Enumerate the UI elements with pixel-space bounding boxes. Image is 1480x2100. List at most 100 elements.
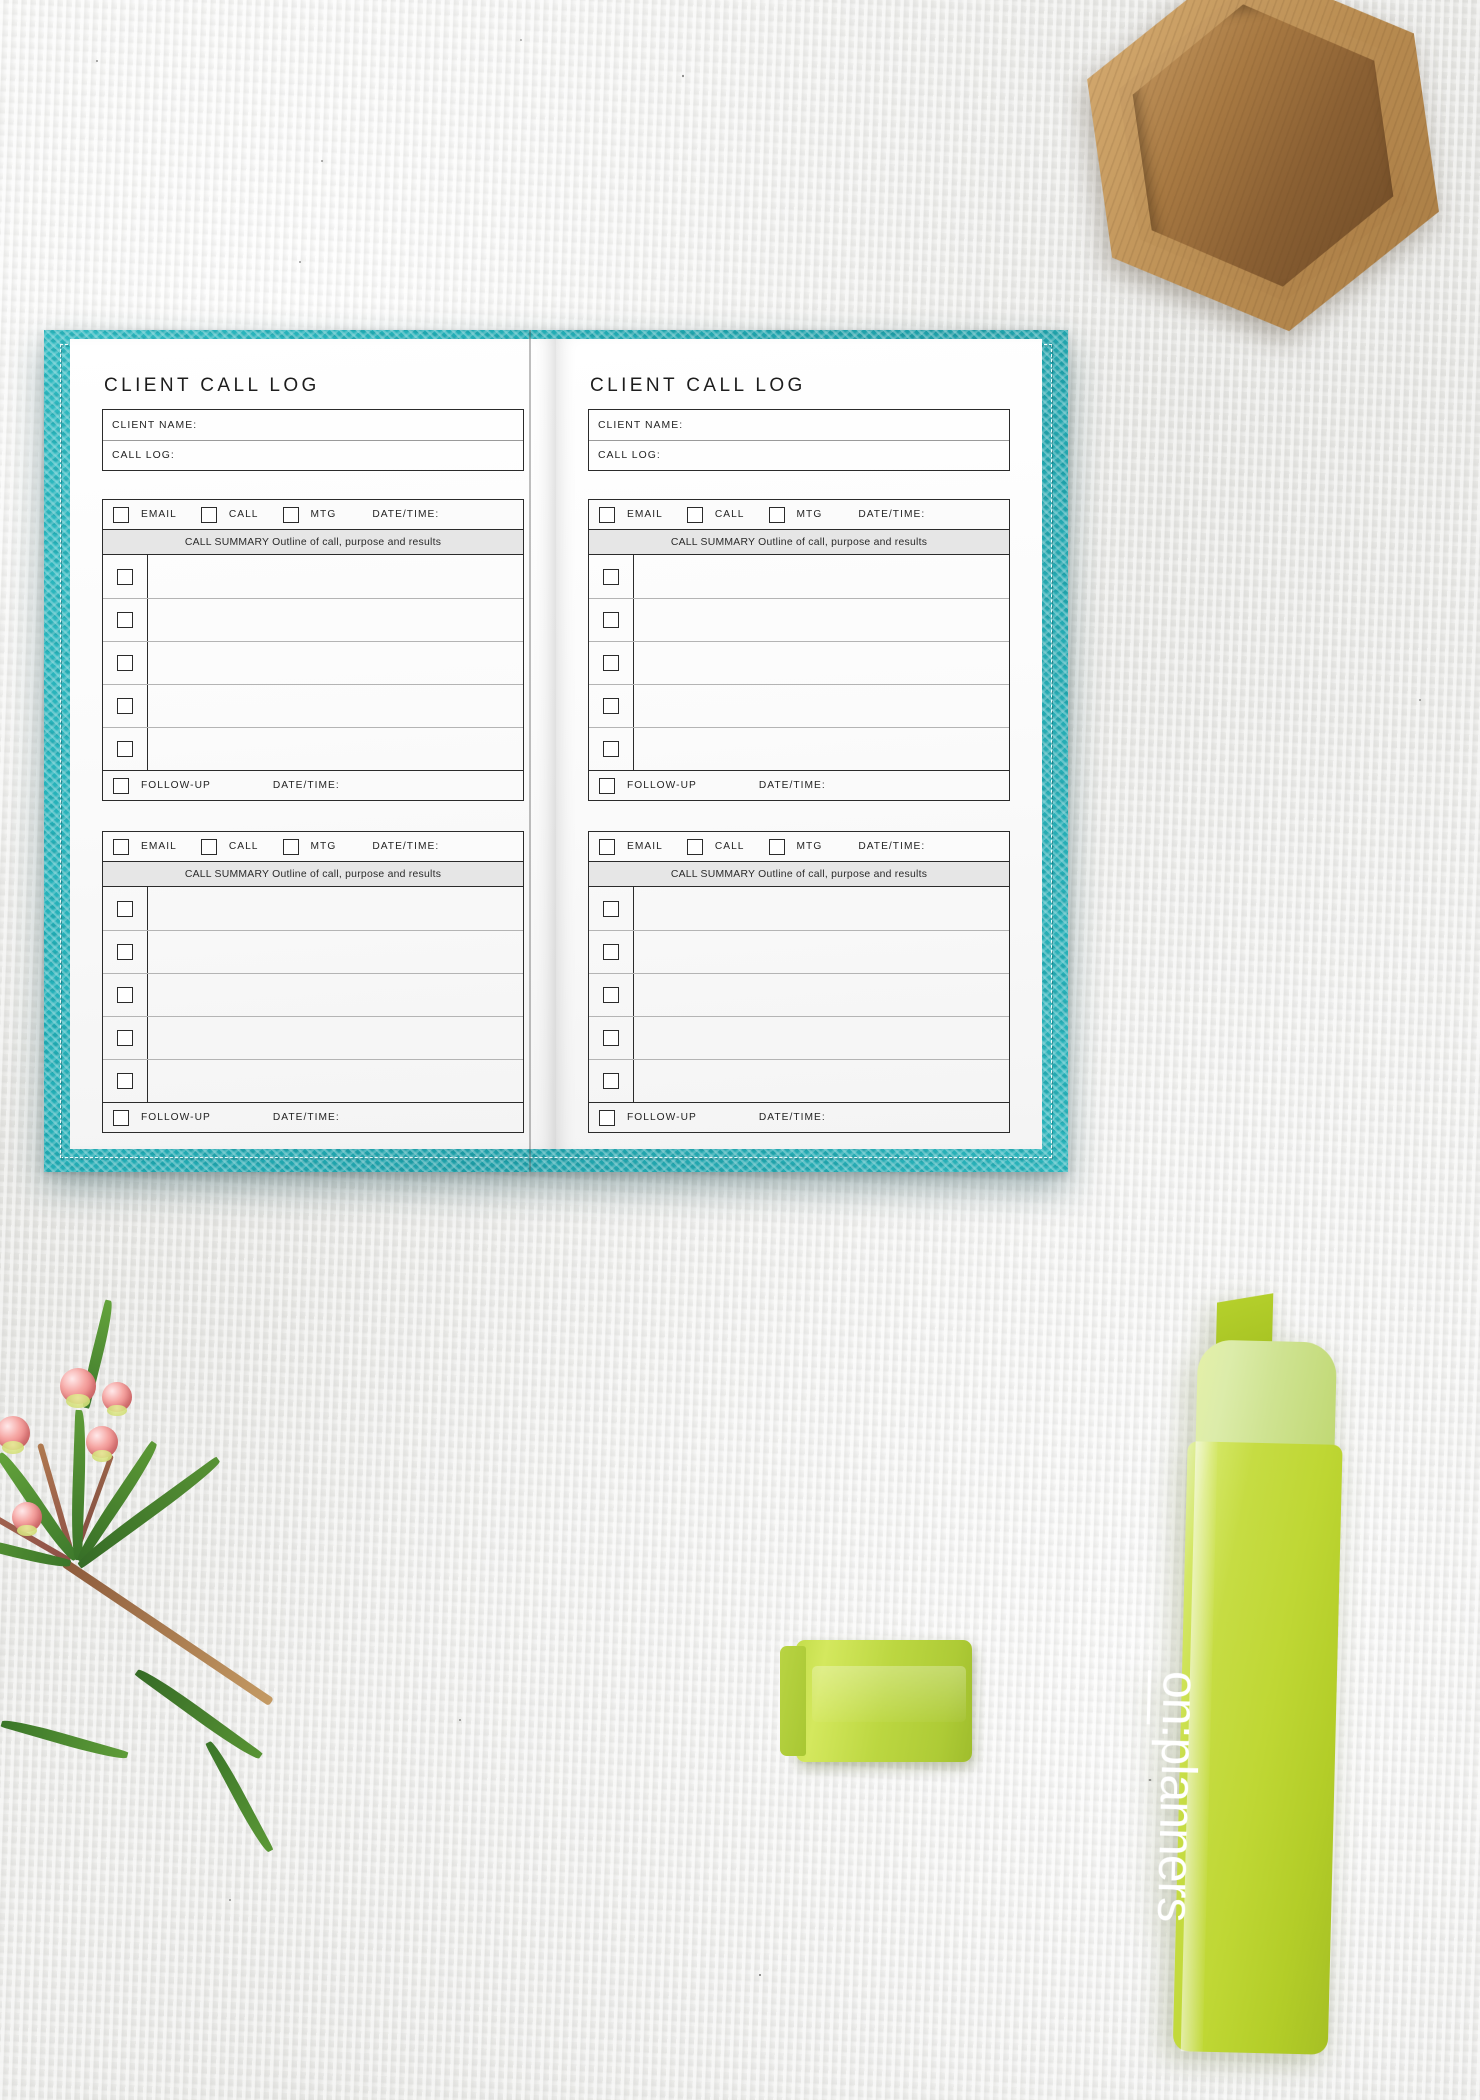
label-mtg: MTG bbox=[796, 509, 823, 520]
checkbox-mtg[interactable] bbox=[768, 838, 785, 855]
entry-write-area[interactable] bbox=[147, 931, 523, 973]
entry-write-area[interactable] bbox=[633, 642, 1009, 684]
call-type-row: EMAIL CALL MTG DATE/TIME: bbox=[103, 832, 523, 861]
entry-write-area[interactable] bbox=[633, 599, 1009, 641]
call-entry-row bbox=[589, 684, 1009, 727]
entry-write-area[interactable] bbox=[147, 974, 523, 1016]
notebook: CLIENT CALL LOG CLIENT NAME: CALL LOG: EMAI… bbox=[44, 330, 1068, 1172]
entry-checkbox[interactable] bbox=[117, 1073, 133, 1089]
checkbox-email[interactable] bbox=[599, 838, 615, 855]
entry-checkbox[interactable] bbox=[117, 1030, 133, 1046]
follow-up-checkbox[interactable] bbox=[599, 1109, 615, 1126]
entry-write-area[interactable] bbox=[147, 685, 523, 727]
call-entry-row bbox=[103, 641, 523, 684]
entry-checkbox-cell bbox=[103, 1060, 147, 1102]
entry-checkbox-cell bbox=[103, 728, 147, 770]
wax-flower-sprig bbox=[0, 1240, 308, 1855]
entry-checkbox-cell bbox=[589, 887, 633, 930]
checkbox-email[interactable] bbox=[113, 506, 129, 523]
call-type-row: EMAIL CALL MTG DATE/TIME: bbox=[103, 500, 523, 529]
checkbox-email[interactable] bbox=[599, 506, 615, 523]
entry-checkbox[interactable] bbox=[603, 900, 619, 917]
entry-write-area[interactable] bbox=[147, 599, 523, 641]
entry-checkbox[interactable] bbox=[117, 900, 133, 917]
entry-checkbox[interactable] bbox=[117, 741, 133, 757]
checkbox-call[interactable] bbox=[200, 506, 217, 523]
call-entry-row bbox=[103, 555, 523, 598]
entry-write-area[interactable] bbox=[147, 887, 523, 930]
notebook-spine bbox=[529, 330, 531, 1172]
header-field-label: CALL LOG: bbox=[112, 450, 175, 461]
entry-checkbox[interactable] bbox=[603, 1073, 619, 1089]
entry-checkbox[interactable] bbox=[603, 698, 619, 714]
entry-write-area[interactable] bbox=[147, 1017, 523, 1059]
flower-leaf-7 bbox=[0, 1716, 129, 1763]
entry-checkbox[interactable] bbox=[603, 944, 619, 960]
entry-checkbox[interactable] bbox=[117, 987, 133, 1003]
label-email: EMAIL bbox=[141, 509, 177, 520]
follow-up-checkbox[interactable] bbox=[599, 777, 615, 794]
header-field-row[interactable]: CLIENT NAME: bbox=[103, 410, 523, 440]
checkbox-call[interactable] bbox=[200, 838, 217, 855]
entry-checkbox-cell bbox=[589, 685, 633, 727]
entry-write-area[interactable] bbox=[633, 685, 1009, 727]
date-time-label: DATE/TIME: bbox=[858, 509, 926, 520]
entry-write-area[interactable] bbox=[147, 728, 523, 770]
entry-write-area[interactable] bbox=[633, 1017, 1009, 1059]
entry-write-area[interactable] bbox=[633, 974, 1009, 1016]
notebook-pages: CLIENT CALL LOG CLIENT NAME: CALL LOG: EMAI… bbox=[70, 339, 1042, 1149]
checkbox-call[interactable] bbox=[686, 838, 703, 855]
entry-checkbox-cell bbox=[103, 685, 147, 727]
entry-checkbox[interactable] bbox=[603, 741, 619, 757]
follow-up-date-label: DATE/TIME: bbox=[758, 780, 826, 791]
logo-on-text: on bbox=[1146, 1670, 1210, 1726]
follow-up-checkbox[interactable] bbox=[113, 777, 129, 794]
entry-write-area[interactable] bbox=[633, 931, 1009, 973]
label-call: CALL bbox=[714, 509, 745, 520]
entry-write-area[interactable] bbox=[633, 555, 1009, 598]
entry-checkbox[interactable] bbox=[603, 987, 619, 1003]
highlighter-cap bbox=[780, 1640, 972, 1762]
call-log-block: EMAIL CALL MTG DATE/TIME: CALL SUMMARY Outli… bbox=[102, 499, 524, 801]
call-entry-row bbox=[589, 1016, 1009, 1059]
client-header-box: CLIENT NAME: CALL LOG: bbox=[102, 409, 524, 471]
entry-checkbox[interactable] bbox=[603, 568, 619, 585]
follow-up-checkbox[interactable] bbox=[113, 1109, 129, 1126]
call-log-block: EMAIL CALL MTG DATE/TIME: CALL SUMMARY Outli… bbox=[588, 831, 1010, 1133]
entry-checkbox[interactable] bbox=[117, 655, 133, 671]
checkbox-email[interactable] bbox=[113, 838, 129, 855]
checkbox-mtg[interactable] bbox=[282, 838, 299, 855]
entry-write-area[interactable] bbox=[147, 1060, 523, 1102]
entry-checkbox-cell bbox=[103, 642, 147, 684]
call-entry-row bbox=[103, 598, 523, 641]
entry-write-area[interactable] bbox=[633, 887, 1009, 930]
entry-checkbox[interactable] bbox=[117, 612, 133, 628]
follow-up-date-label: DATE/TIME: bbox=[272, 1112, 340, 1123]
entry-checkbox[interactable] bbox=[603, 612, 619, 628]
label-mtg: MTG bbox=[796, 841, 823, 852]
entry-checkbox[interactable] bbox=[117, 698, 133, 714]
entry-checkbox[interactable] bbox=[117, 568, 133, 585]
entry-write-area[interactable] bbox=[147, 555, 523, 598]
call-entry-row bbox=[103, 930, 523, 973]
call-summary-header: CALL SUMMARY Outline of call, purpose an… bbox=[589, 529, 1009, 555]
header-field-row[interactable]: CALL LOG: bbox=[589, 440, 1009, 470]
page-title: CLIENT CALL LOG bbox=[104, 375, 320, 396]
entry-checkbox[interactable] bbox=[603, 1030, 619, 1046]
checkbox-mtg[interactable] bbox=[282, 506, 299, 523]
call-summary-header: CALL SUMMARY Outline of call, purpose an… bbox=[589, 861, 1009, 887]
follow-up-row: FOLLOW-UP DATE/TIME: bbox=[589, 770, 1009, 800]
checkbox-mtg[interactable] bbox=[768, 506, 785, 523]
date-time-label: DATE/TIME: bbox=[372, 841, 440, 852]
header-field-row[interactable]: CALL LOG: bbox=[103, 440, 523, 470]
header-field-row[interactable]: CLIENT NAME: bbox=[589, 410, 1009, 440]
entry-checkbox[interactable] bbox=[117, 944, 133, 960]
entry-checkbox-cell bbox=[103, 931, 147, 973]
checkbox-call[interactable] bbox=[686, 506, 703, 523]
entry-write-area[interactable] bbox=[147, 642, 523, 684]
call-log-block: EMAIL CALL MTG DATE/TIME: CALL SUMMARY Outli… bbox=[588, 499, 1010, 801]
entry-write-area[interactable] bbox=[633, 1060, 1009, 1102]
call-entry-row bbox=[589, 641, 1009, 684]
entry-write-area[interactable] bbox=[633, 728, 1009, 770]
entry-checkbox[interactable] bbox=[603, 655, 619, 671]
